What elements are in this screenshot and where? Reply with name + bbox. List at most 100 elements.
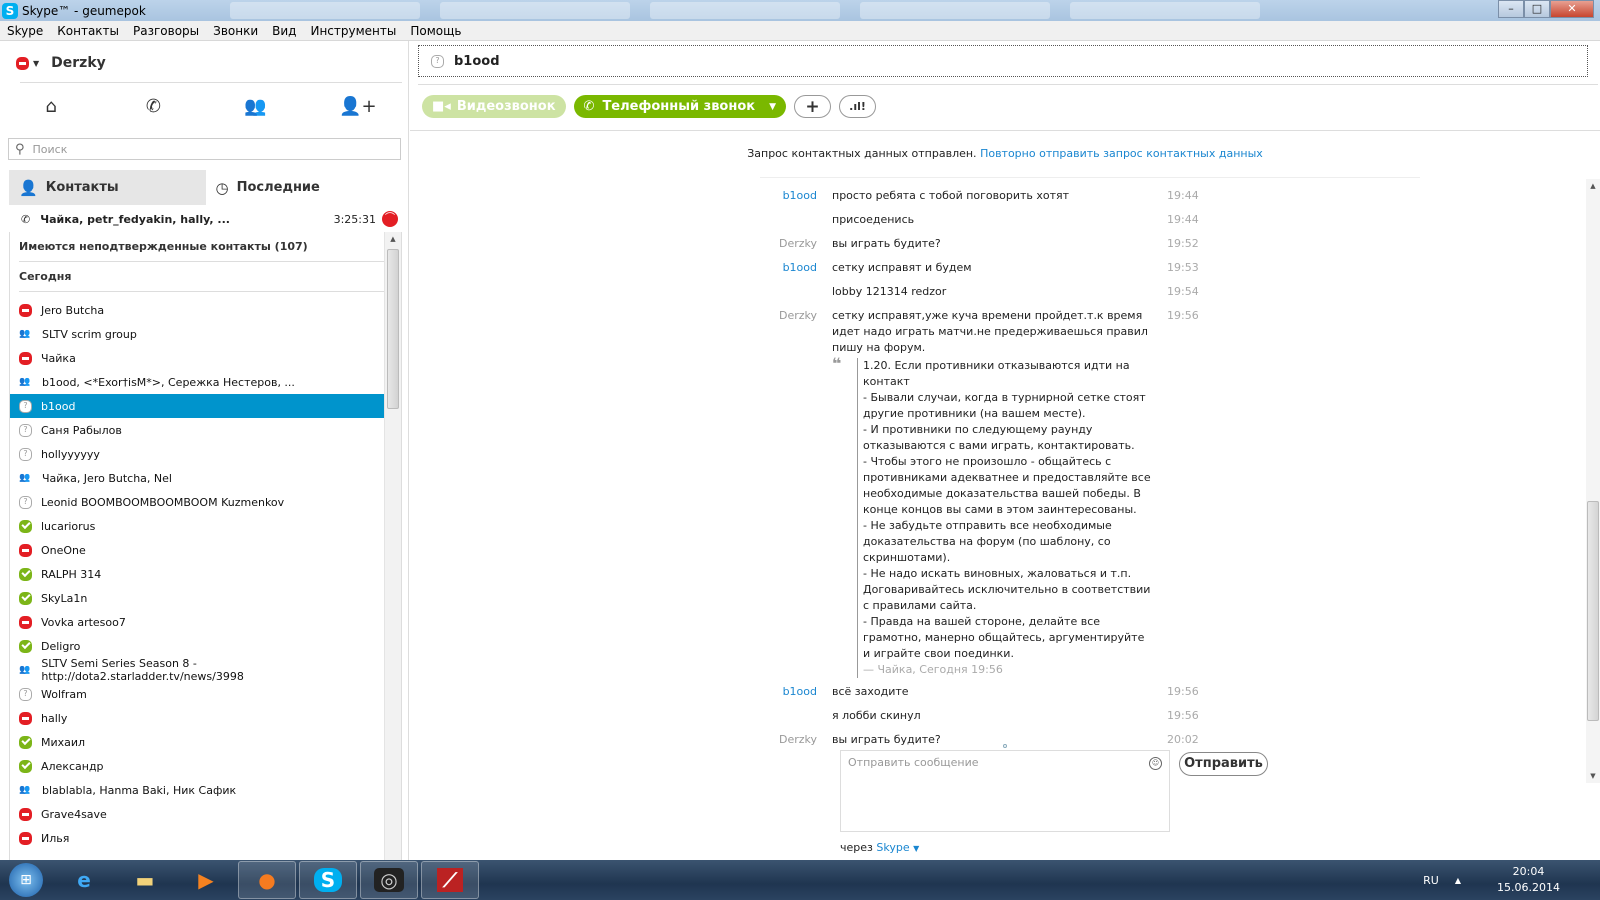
message-author[interactable]: b1ood — [760, 260, 832, 284]
home-icon[interactable]: ⌂ — [0, 96, 102, 117]
unconfirmed-contacts-link[interactable]: Имеются неподтвержденные контакты (107) — [19, 232, 385, 262]
contact-list-item[interactable]: Илья — [10, 826, 385, 850]
contact-list-item[interactable]: Александр — [10, 754, 385, 778]
clock[interactable]: 20:04 15.06.2014 — [1497, 864, 1560, 896]
menu-contacts[interactable]: Контакты — [57, 24, 119, 38]
menu-view[interactable]: Вид — [272, 24, 296, 38]
skype-icon[interactable]: S — [299, 861, 357, 899]
contact-list-item[interactable]: Михаил — [10, 730, 385, 754]
busy-status-icon — [19, 807, 32, 821]
contact-list-item[interactable]: Vovka artesoo7 — [10, 610, 385, 634]
contact-list-item[interactable]: 👥 blablabla, Hanma Baki, Ник Сафик — [10, 778, 385, 802]
message-author[interactable] — [760, 284, 832, 308]
chevron-down-icon[interactable]: ▼ — [33, 59, 39, 68]
contact-name: Саня Рабылов — [41, 423, 122, 437]
group-icon[interactable]: 👥 — [205, 96, 307, 117]
busy-status-icon — [19, 711, 32, 725]
chat-contact-name[interactable]: b1ood — [454, 54, 500, 69]
message-input[interactable]: Отправить сообщение ☺ — [840, 750, 1170, 832]
contact-list-scrollbar[interactable]: ▲ ▼ — [384, 232, 401, 891]
contact-list-item[interactable]: 👥 Чайка, Jero Butcha, Nel — [10, 466, 385, 490]
contact-list-item[interactable]: Wolfram — [10, 682, 385, 706]
scroll-thumb[interactable] — [1587, 501, 1599, 721]
video-call-button[interactable]: ■◂ Видеозвонок — [422, 95, 566, 118]
contact-list-item[interactable]: lucariorus — [10, 514, 385, 538]
media-player-icon[interactable]: ▶ — [177, 861, 235, 899]
menu-conversations[interactable]: Разговоры — [133, 24, 199, 38]
dota2-icon[interactable]: ⟋ — [421, 861, 479, 899]
contact-list-item[interactable]: Чайка — [10, 346, 385, 370]
search-input[interactable]: ⚲ Поиск — [8, 138, 401, 160]
message-author[interactable]: Derzky — [760, 308, 832, 356]
tab-recent[interactable]: ◷ Последние — [206, 170, 403, 205]
file-explorer-icon[interactable]: ▬ — [116, 861, 174, 899]
chevron-down-icon[interactable]: ▼ — [913, 844, 919, 853]
contact-list-item[interactable]: OneOne — [10, 538, 385, 562]
minimize-button[interactable]: – — [1498, 0, 1524, 18]
resize-handle[interactable] — [1003, 744, 1007, 748]
contact-list-item[interactable]: 👥 SLTV Semi Series Season 8 - http://dota… — [10, 657, 385, 683]
busy-status-icon[interactable] — [16, 56, 29, 70]
clock-icon: ◷ — [215, 178, 229, 197]
contact-list-item[interactable]: 👥 b1ood, <*Exor†isM*>, Сережка Нестеров, … — [10, 370, 385, 394]
resend-request-link[interactable]: Повторно отправить запрос контактных дан… — [980, 147, 1263, 160]
taskbar: ⊞ e ▬ ▶ ● S ◎ ⟋ RU ▲ 20:04 15.06.2014 — [0, 860, 1600, 900]
add-contact-icon[interactable]: 👤+ — [307, 96, 409, 117]
language-indicator[interactable]: RU — [1423, 874, 1439, 887]
menu-calls[interactable]: Звонки — [213, 24, 258, 38]
tab-contacts[interactable]: 👤 Контакты — [9, 170, 206, 205]
contact-list-item[interactable]: RALPH 314 — [10, 562, 385, 586]
profile-button[interactable]: ▼ Derzky — [16, 51, 106, 75]
contact-list-item[interactable]: SkyLa1n — [10, 586, 385, 610]
message-author[interactable] — [760, 212, 832, 236]
message-author[interactable]: Derzky — [760, 732, 832, 756]
scroll-thumb[interactable] — [387, 249, 399, 409]
message-input-placeholder: Отправить сообщение — [848, 756, 979, 769]
quote-line: - Правда на вашей стороне, делайте все г… — [863, 615, 1145, 660]
emoticon-icon[interactable]: ☺ — [1149, 757, 1162, 770]
contact-list-item[interactable]: 👥 SLTV scrim group — [10, 322, 385, 346]
contact-list-item[interactable]: hollyyyyyy — [10, 442, 385, 466]
contact-name: Deligro — [41, 639, 81, 653]
tray-expand-icon[interactable]: ▲ — [1455, 876, 1461, 885]
contact-list-item[interactable]: hally — [10, 706, 385, 730]
contact-list-item[interactable]: b1ood — [10, 394, 385, 418]
contact-list-item[interactable]: Саня Рабылов — [10, 418, 385, 442]
scroll-up-arrow[interactable]: ▲ — [385, 235, 401, 243]
menu-skype[interactable]: Skype — [7, 24, 43, 38]
contact-list-item[interactable]: Deligro — [10, 634, 385, 658]
contact-list-item[interactable]: Jero Butcha — [10, 298, 385, 322]
contact-list-item[interactable]: Leonid BOOMBOOMBOOMBOOM Kuzmenkov — [10, 490, 385, 514]
menu-tools[interactable]: Инструменты — [310, 24, 396, 38]
chat-message: я лобби скинул 19:56 — [760, 708, 1600, 732]
hang-up-button[interactable]: ⌒ — [382, 211, 398, 227]
active-call-row[interactable]: ✆ Чайка, petr_fedyakin, hally, ... 3:25:… — [9, 207, 402, 231]
maximize-button[interactable]: □ — [1524, 0, 1550, 18]
close-button[interactable]: ✕ — [1550, 0, 1594, 18]
message-author[interactable]: b1ood — [760, 188, 832, 212]
phone-call-button[interactable]: ✆ Телефонный звонок ▼ — [573, 95, 787, 118]
steam-icon[interactable]: ◎ — [360, 861, 418, 899]
chevron-down-icon[interactable]: ▼ — [769, 102, 776, 112]
via-skype-dropdown[interactable]: Skype — [876, 841, 909, 854]
contact-list-item[interactable]: Grave4save — [10, 802, 385, 826]
send-button[interactable]: Отправить — [1179, 752, 1268, 776]
section-today: Сегодня — [19, 262, 385, 292]
menu-help[interactable]: Помощь — [410, 24, 461, 38]
firefox-icon[interactable]: ● — [238, 861, 296, 899]
message-author[interactable]: Derzky — [760, 236, 832, 260]
call-quality-button[interactable]: .ıl! — [839, 95, 877, 118]
search-placeholder: Поиск — [32, 142, 68, 156]
chat-scrollbar[interactable]: ▲ ▼ — [1586, 179, 1600, 783]
phone-icon[interactable]: ✆ — [102, 96, 204, 117]
start-button[interactable]: ⊞ — [9, 863, 43, 897]
scroll-up-arrow[interactable]: ▲ — [1586, 182, 1600, 190]
busy-status-icon — [19, 543, 32, 557]
scroll-down-arrow[interactable]: ▼ — [1586, 772, 1600, 780]
chat-message: lobby 121314 redzor 19:54 — [760, 284, 1600, 308]
add-button[interactable]: + — [794, 95, 832, 118]
message-author[interactable]: b1ood — [760, 684, 832, 708]
contact-name: Михаил — [41, 735, 86, 749]
internet-explorer-icon[interactable]: e — [55, 861, 113, 899]
message-author[interactable] — [760, 708, 832, 732]
